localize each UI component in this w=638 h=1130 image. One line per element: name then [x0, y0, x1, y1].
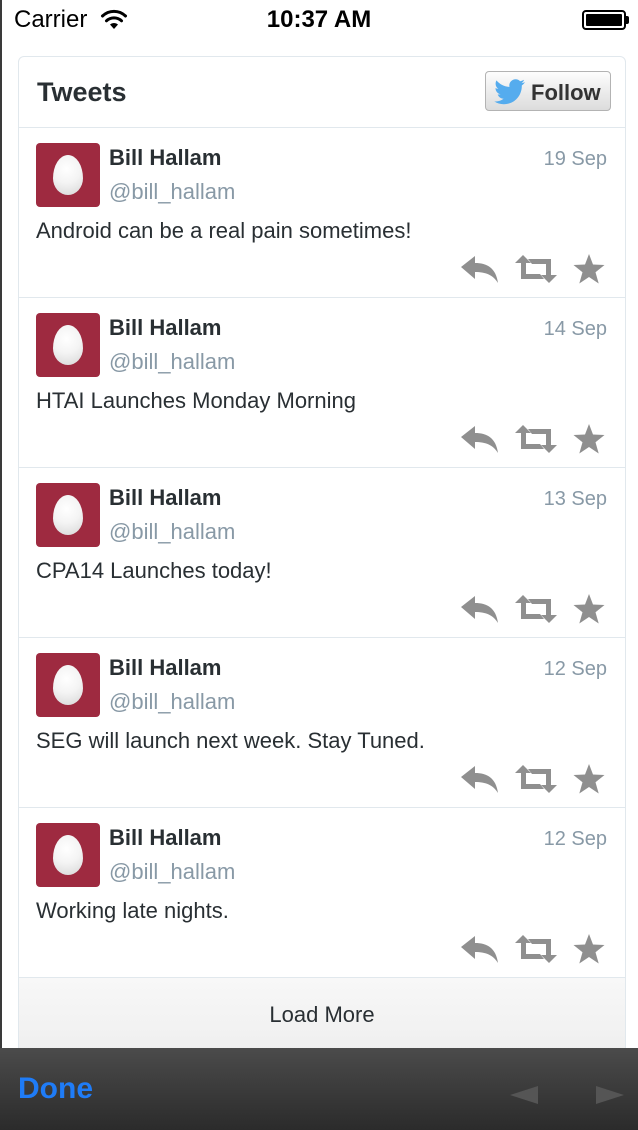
timeline-header: Tweets Follow — [19, 57, 625, 128]
tweet-date[interactable]: 14 Sep — [544, 318, 607, 341]
reply-icon[interactable] — [461, 764, 499, 799]
avatar[interactable] — [36, 653, 100, 717]
favorite-icon[interactable] — [573, 764, 605, 799]
follow-button-label: Follow — [531, 80, 601, 105]
reply-icon[interactable] — [461, 934, 499, 969]
status-bar: Carrier 10:37 AM — [0, 0, 638, 40]
done-button[interactable]: Done — [18, 1072, 93, 1106]
tweet-actions — [461, 764, 609, 796]
egg-avatar-icon — [53, 665, 83, 705]
favorite-icon[interactable] — [573, 254, 605, 289]
tweet-author[interactable]: Bill Hallam — [109, 825, 221, 851]
avatar[interactable] — [36, 483, 100, 547]
reply-icon[interactable] — [461, 254, 499, 289]
tweet-item: Bill Hallam @bill_hallam 12 Sep Working … — [19, 808, 625, 978]
tweet-handle[interactable]: @bill_hallam — [109, 859, 235, 885]
tweet-date[interactable]: 19 Sep — [544, 148, 607, 171]
twitter-bird-icon — [494, 79, 526, 110]
tweet-text: SEG will launch next week. Stay Tuned. — [36, 728, 425, 753]
tweet-author[interactable]: Bill Hallam — [109, 145, 221, 171]
tweet-text: CPA14 Launches today! — [36, 558, 272, 583]
avatar[interactable] — [36, 823, 100, 887]
tweet-item: Bill Hallam @bill_hallam 12 Sep SEG will… — [19, 638, 625, 808]
egg-avatar-icon — [53, 835, 83, 875]
tweet-item: Bill Hallam @bill_hallam 13 Sep CPA14 La… — [19, 468, 625, 638]
tweet-date[interactable]: 12 Sep — [544, 828, 607, 851]
favorite-icon[interactable] — [573, 424, 605, 459]
window-edge — [0, 0, 2, 1130]
tweet-text: Android can be a real pain sometimes! — [36, 218, 412, 243]
tweet-author[interactable]: Bill Hallam — [109, 315, 221, 341]
tweet-actions — [461, 934, 609, 966]
retweet-icon[interactable] — [515, 424, 557, 459]
tweet-handle[interactable]: @bill_hallam — [109, 689, 235, 715]
retweet-icon[interactable] — [515, 594, 557, 629]
tweet-actions — [461, 424, 609, 456]
tweet-date[interactable]: 13 Sep — [544, 488, 607, 511]
reply-icon[interactable] — [461, 594, 499, 629]
retweet-icon[interactable] — [515, 934, 557, 969]
favorite-icon[interactable] — [573, 594, 605, 629]
load-more-label: Load More — [269, 1002, 375, 1027]
battery-icon — [582, 10, 630, 30]
tweet-actions — [461, 594, 609, 626]
twitter-timeline-widget: Tweets Follow Bill Hallam @bill_hallam 1… — [18, 56, 626, 1056]
tweet-list: Bill Hallam @bill_hallam 19 Sep Android … — [19, 128, 625, 978]
favorite-icon[interactable] — [573, 934, 605, 969]
tweet-handle[interactable]: @bill_hallam — [109, 349, 235, 375]
back-arrow-icon[interactable] — [510, 1086, 538, 1109]
bottom-toolbar: Done — [0, 1048, 638, 1130]
forward-arrow-icon[interactable] — [596, 1086, 624, 1109]
status-time: 10:37 AM — [266, 6, 372, 33]
retweet-icon[interactable] — [515, 254, 557, 289]
tweet-author[interactable]: Bill Hallam — [109, 485, 221, 511]
egg-avatar-icon — [53, 155, 83, 195]
retweet-icon[interactable] — [515, 764, 557, 799]
tweet-date[interactable]: 12 Sep — [544, 658, 607, 681]
tweet-text: HTAI Launches Monday Morning — [36, 388, 356, 413]
avatar[interactable] — [36, 143, 100, 207]
reply-icon[interactable] — [461, 424, 499, 459]
tweet-handle[interactable]: @bill_hallam — [109, 179, 235, 205]
tweet-text: Working late nights. — [36, 898, 229, 923]
egg-avatar-icon — [53, 325, 83, 365]
follow-button[interactable]: Follow — [485, 71, 611, 111]
egg-avatar-icon — [53, 495, 83, 535]
tweet-handle[interactable]: @bill_hallam — [109, 519, 235, 545]
load-more-button[interactable]: Load More — [19, 977, 625, 1055]
avatar[interactable] — [36, 313, 100, 377]
timeline-title: Tweets — [37, 77, 127, 107]
tweet-actions — [461, 254, 609, 286]
tweet-item: Bill Hallam @bill_hallam 14 Sep HTAI Lau… — [19, 298, 625, 468]
tweet-item: Bill Hallam @bill_hallam 19 Sep Android … — [19, 128, 625, 298]
tweet-author[interactable]: Bill Hallam — [109, 655, 221, 681]
